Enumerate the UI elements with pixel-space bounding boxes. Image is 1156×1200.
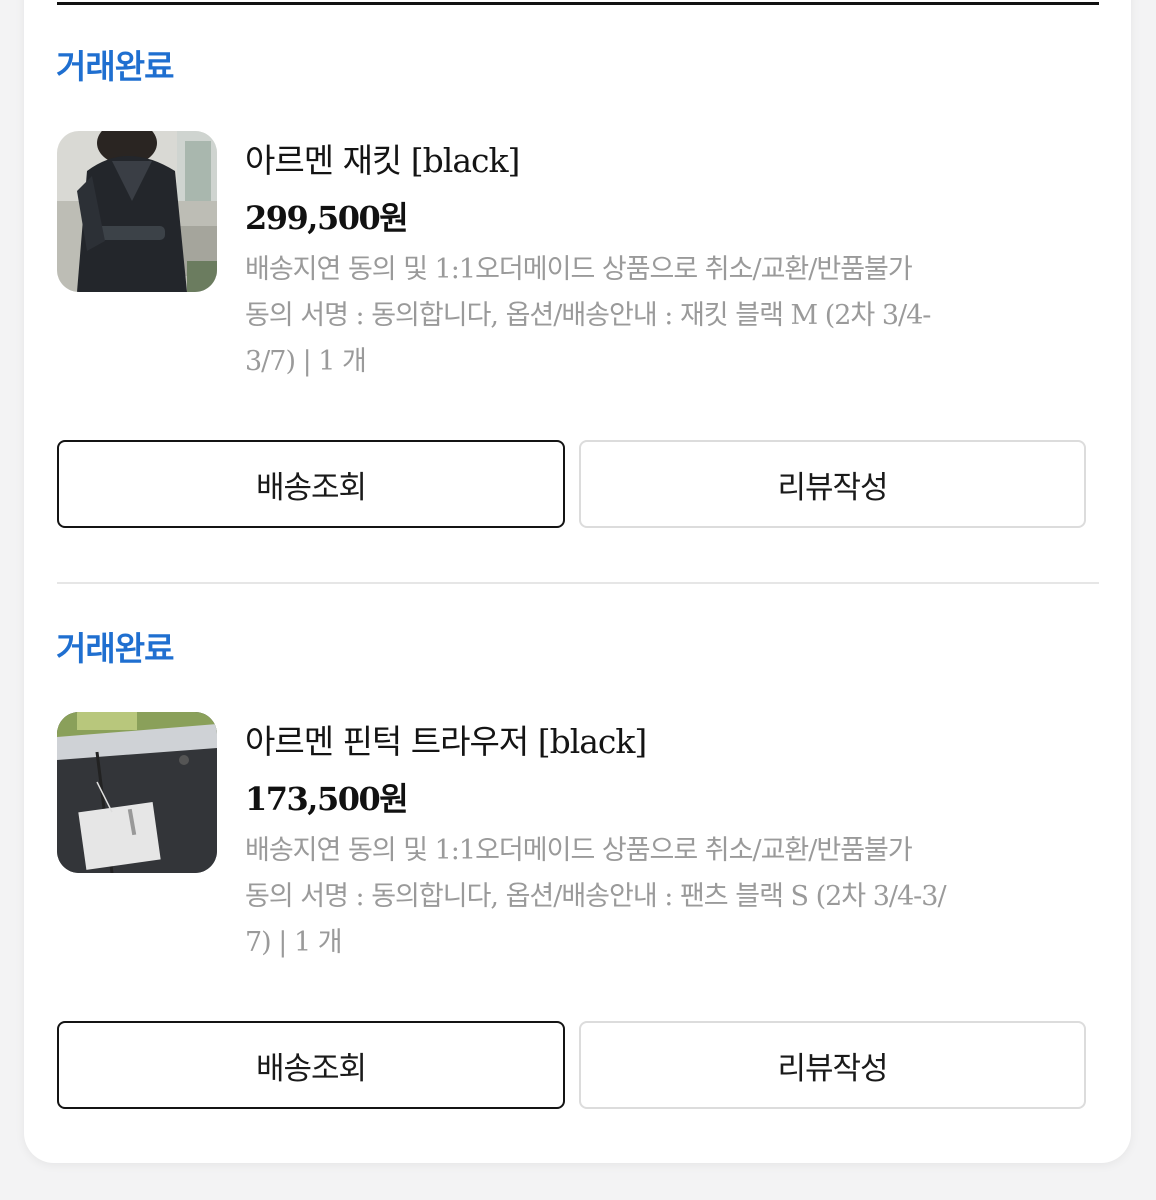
option-line: 배송지연 동의 및 1:1오더메이드 상품으로 취소/교환/반품불가 xyxy=(245,254,913,285)
write-review-button[interactable]: 리뷰작성 xyxy=(579,1021,1086,1109)
jacket-photo-image xyxy=(57,131,217,292)
top-divider xyxy=(57,2,1099,5)
option-line: 배송지연 동의 및 1:1오더메이드 상품으로 취소/교환/반품불가 xyxy=(245,835,913,866)
product-title[interactable]: 아르멘 재킷 [black] xyxy=(245,134,520,182)
order-divider xyxy=(57,582,1099,584)
product-option-text: 배송지연 동의 및 1:1오더메이드 상품으로 취소/교환/반품불가 동의 서명… xyxy=(245,828,975,966)
product-thumbnail-trousers[interactable] xyxy=(57,712,217,873)
track-delivery-button[interactable]: 배송조회 xyxy=(57,440,565,528)
order-status: 거래완료 xyxy=(56,47,174,86)
product-title[interactable]: 아르멘 핀턱 트라우저 [black] xyxy=(245,715,647,763)
product-option-text: 배송지연 동의 및 1:1오더메이드 상품으로 취소/교환/반품불가 동의 서명… xyxy=(245,247,975,385)
order-status: 거래완료 xyxy=(56,629,174,668)
trousers-photo-image xyxy=(57,712,217,873)
write-review-button[interactable]: 리뷰작성 xyxy=(579,440,1086,528)
track-delivery-button[interactable]: 배송조회 xyxy=(57,1021,565,1109)
option-line: 동의 서명 : 동의합니다, 옵션/배송안내 : 재킷 블랙 M (2차 3/4… xyxy=(245,300,931,331)
option-line: 7) | 1 개 xyxy=(245,927,343,958)
option-line: 동의 서명 : 동의합니다, 옵션/배송안내 : 팬츠 블랙 S (2차 3/4… xyxy=(245,881,947,912)
product-price: 173,500원 xyxy=(245,780,409,818)
product-price: 299,500원 xyxy=(245,199,409,237)
product-thumbnail-jacket[interactable] xyxy=(57,131,217,292)
option-line: 3/7) | 1 개 xyxy=(245,346,367,377)
